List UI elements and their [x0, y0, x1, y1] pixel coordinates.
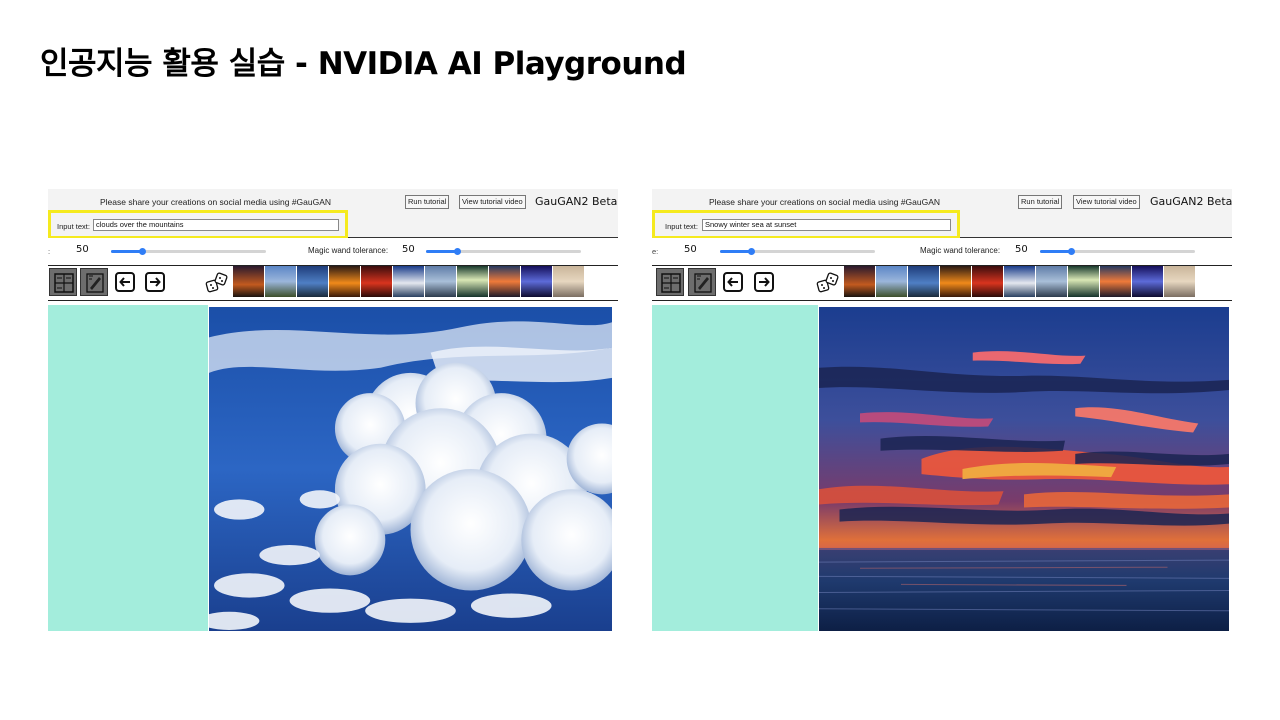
arrow-left-icon: [727, 277, 738, 287]
brush-icon: [86, 273, 104, 293]
magic-wand-label: Magic wand tolerance:: [920, 246, 1001, 255]
generated-image-output: [819, 307, 1229, 631]
arrow-right-icon: [150, 277, 161, 287]
style-thumbnail[interactable]: [489, 266, 520, 297]
slider-fill: [720, 250, 751, 253]
segmentation-tool-button[interactable]: [49, 268, 77, 296]
input-text-field[interactable]: clouds over the mountains: [93, 219, 339, 231]
redo-button[interactable]: [145, 272, 165, 292]
share-text: Please share your creations on social me…: [709, 197, 941, 207]
style-thumbnail[interactable]: [361, 266, 392, 297]
slider-row: e: 50 Magic wand tolerance: 50: [652, 238, 1232, 266]
toolbar: [48, 266, 618, 301]
slider-label-clipped: e:: [652, 247, 659, 256]
share-text: Please share your creations on social me…: [100, 197, 332, 207]
style-thumbnail[interactable]: [265, 266, 296, 297]
gaugan-header: Please share your creations on social me…: [652, 189, 1232, 239]
style-thumbnail[interactable]: [393, 266, 424, 297]
brush-size-value: 50: [684, 244, 697, 255]
style-thumbnail[interactable]: [1100, 266, 1131, 297]
generated-image-output: [209, 307, 612, 631]
brush-size-value: 50: [76, 244, 89, 255]
undo-button[interactable]: [723, 272, 743, 292]
style-thumbnail[interactable]: [457, 266, 488, 297]
slider-fill: [1040, 250, 1071, 253]
arrow-left-icon: [119, 277, 130, 287]
style-thumbnail[interactable]: [972, 266, 1003, 297]
magic-wand-value: 50: [402, 244, 415, 255]
slider-fill: [426, 250, 457, 253]
style-thumbnail[interactable]: [876, 266, 907, 297]
style-thumbnail[interactable]: [1164, 266, 1195, 297]
style-thumbnail[interactable]: [553, 266, 584, 297]
magic-wand-slider[interactable]: [426, 248, 581, 255]
style-thumbnail[interactable]: [329, 266, 360, 297]
slider-fill: [111, 250, 142, 253]
slider-thumb[interactable]: [1068, 248, 1075, 255]
view-tutorial-video-button[interactable]: View tutorial video: [1073, 195, 1140, 209]
arrow-right-icon: [759, 277, 770, 287]
segmentation-canvas[interactable]: [652, 305, 818, 631]
segmentation-canvas[interactable]: [48, 305, 208, 631]
segmentation-tool-button[interactable]: [656, 268, 684, 296]
style-thumbnail[interactable]: [1132, 266, 1163, 297]
style-thumbnail[interactable]: [844, 266, 875, 297]
input-text-label: Input text:: [57, 222, 90, 231]
brush-tool-button[interactable]: [688, 268, 716, 296]
gaugan-header: Please share your creations on social me…: [48, 189, 618, 239]
style-thumbnail[interactable]: [1036, 266, 1067, 297]
slider-thumb[interactable]: [139, 248, 146, 255]
input-text-field[interactable]: Snowy winter sea at sunset: [702, 219, 951, 231]
dice-icon[interactable]: [816, 272, 840, 294]
brand-title: GauGAN2 Beta: [1150, 195, 1232, 208]
canvas-area: [48, 305, 618, 631]
style-thumbnail[interactable]: [1068, 266, 1099, 297]
undo-button[interactable]: [115, 272, 135, 292]
canvas-area: [652, 305, 1232, 631]
dice-icon[interactable]: [205, 272, 229, 294]
generated-sunset-sea-image: [819, 307, 1229, 631]
gaugan-screenshot-left: Please share your creations on social me…: [48, 189, 618, 631]
slider-row: : 50 Magic wand tolerance: 50: [48, 238, 618, 266]
slide-title: 인공지능 활용 실습 - NVIDIA AI Playground: [40, 46, 687, 82]
slider-thumb[interactable]: [748, 248, 755, 255]
brush-tool-button[interactable]: [80, 268, 108, 296]
view-tutorial-video-button[interactable]: View tutorial video: [459, 195, 526, 209]
style-thumbnail[interactable]: [425, 266, 456, 297]
magic-wand-label: Magic wand tolerance:: [308, 246, 389, 255]
toolbar: [652, 266, 1232, 301]
slider-thumb[interactable]: [454, 248, 461, 255]
style-thumbnail[interactable]: [908, 266, 939, 297]
magic-wand-value: 50: [1015, 244, 1028, 255]
slider-label-clipped: :: [48, 247, 51, 256]
magic-wand-slider[interactable]: [1040, 248, 1195, 255]
style-thumbnail[interactable]: [940, 266, 971, 297]
style-thumbnail[interactable]: [233, 266, 264, 297]
segmentation-map-icon: [54, 273, 74, 293]
brand-title: GauGAN2 Beta: [535, 195, 618, 208]
brush-size-slider[interactable]: [720, 248, 875, 255]
brush-icon: [694, 273, 712, 293]
input-text-label: Input text:: [665, 222, 698, 231]
run-tutorial-button[interactable]: Run tutorial: [405, 195, 450, 209]
brush-size-slider[interactable]: [111, 248, 266, 255]
generated-clouds-image: [209, 307, 612, 631]
run-tutorial-button[interactable]: Run tutorial: [1018, 195, 1063, 209]
style-thumbnail[interactable]: [1004, 266, 1035, 297]
redo-button[interactable]: [754, 272, 774, 292]
style-thumbnail[interactable]: [297, 266, 328, 297]
segmentation-map-icon: [661, 273, 681, 293]
style-thumbnail[interactable]: [521, 266, 552, 297]
gaugan-screenshot-right: Please share your creations on social me…: [652, 189, 1232, 631]
